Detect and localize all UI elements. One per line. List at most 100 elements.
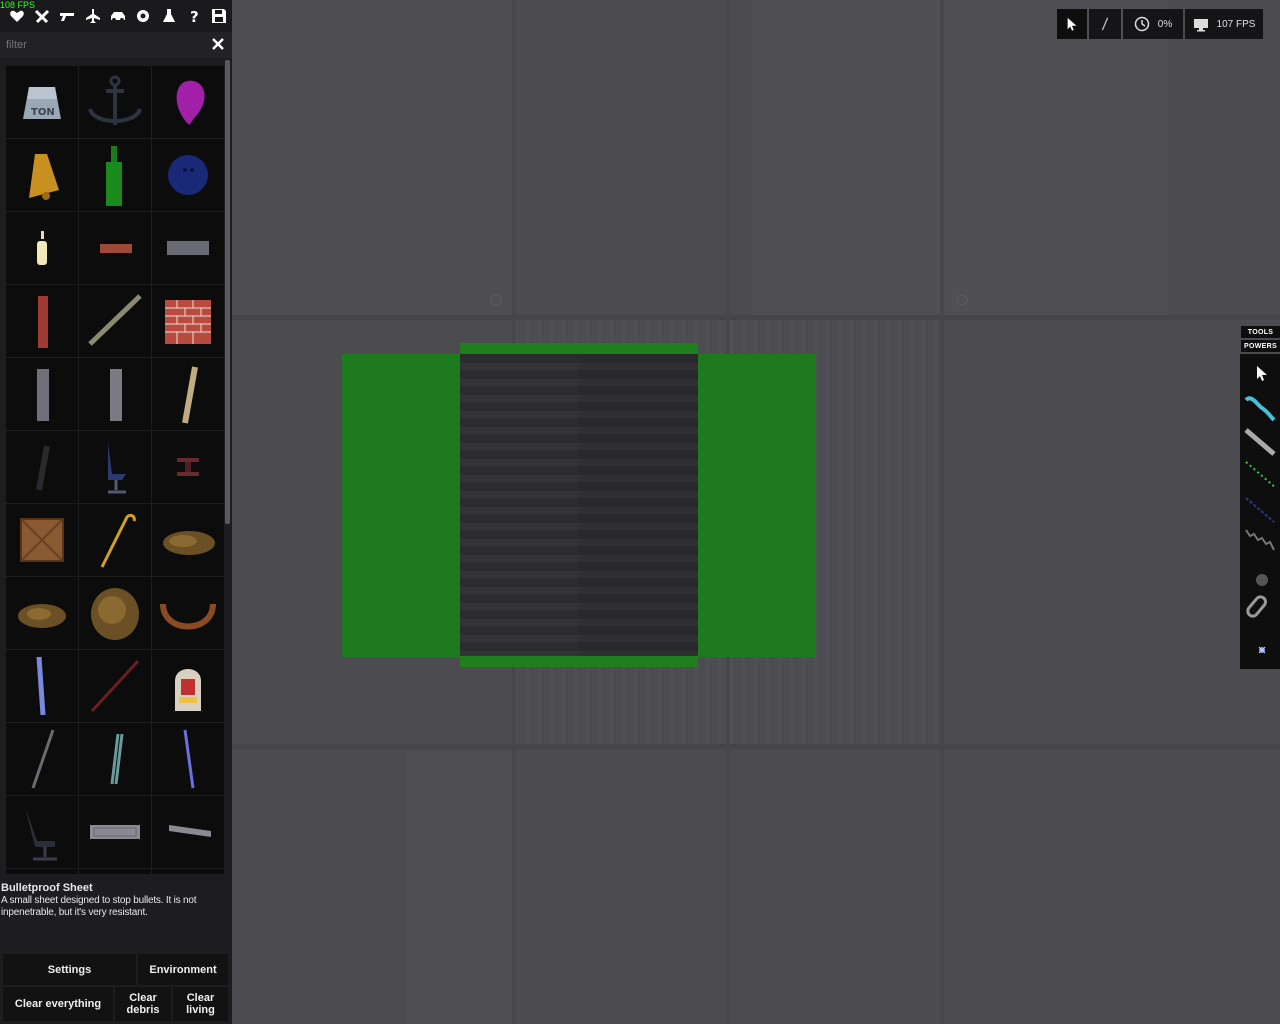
catalog-item-partial[interactable] — [79, 869, 151, 874]
dark-core-left[interactable] — [460, 354, 578, 656]
environment-button[interactable]: Environment — [138, 954, 228, 985]
green-cap-bottom[interactable] — [460, 656, 698, 667]
question-icon[interactable]: ? — [181, 4, 206, 28]
catalog-item-dirt-mound[interactable] — [79, 577, 151, 649]
pointer-mode-button[interactable] — [1057, 9, 1087, 39]
catalog-item-weight[interactable]: TON — [6, 66, 78, 138]
catalog-item-cane[interactable] — [79, 504, 151, 576]
fixed-joint-tool-button[interactable] — [1240, 628, 1280, 662]
catalog-item-wooden-rod[interactable] — [79, 285, 151, 357]
catalog-scrollbar[interactable] — [225, 60, 230, 524]
catalog-item-candle[interactable] — [6, 212, 78, 284]
item-description-title: Bulletproof Sheet — [1, 882, 93, 894]
gear-icon[interactable] — [131, 4, 156, 28]
tool-strip — [1240, 354, 1280, 669]
catalog-item-bowling-ball[interactable] — [152, 139, 224, 211]
tab-tools[interactable]: TOOLS — [1241, 326, 1280, 338]
catalog-item-balloon[interactable] — [152, 66, 224, 138]
fps-counter: 108 FPS — [0, 0, 36, 10]
catalog-item-spring[interactable] — [152, 431, 224, 503]
item-description-text: A small sheet designed to stop bullets. … — [1, 895, 197, 918]
catalog-item-plank[interactable] — [152, 358, 224, 430]
settings-button[interactable]: Settings — [3, 954, 136, 985]
green-block-left[interactable] — [342, 354, 462, 657]
catalog-item-brick[interactable] — [79, 212, 151, 284]
time-scale-value: 0% — [1157, 18, 1173, 30]
catalog-item-concrete-pillar[interactable] — [79, 358, 151, 430]
rope-tool-button[interactable] — [1240, 492, 1280, 526]
line-mode-button[interactable] — [1089, 9, 1121, 39]
catalog-item-dirt-pile[interactable] — [152, 504, 224, 576]
top-hud: 0% 107 FPS — [1057, 9, 1270, 39]
svg-text:TON: TON — [31, 107, 55, 118]
save-icon[interactable] — [207, 4, 232, 28]
flask-icon[interactable] — [156, 4, 181, 28]
hinge-icon — [1256, 574, 1268, 586]
catalog-item-red-rod[interactable] — [79, 650, 151, 722]
grid-anchor-icon — [490, 294, 502, 306]
catalog-item-stone-pillar[interactable] — [6, 358, 78, 430]
catalog-item-glass-rods[interactable] — [79, 723, 151, 795]
catalog-item-horseshoe-magnet[interactable] — [152, 577, 224, 649]
tool-tabs: TOOLS POWERS — [1241, 326, 1280, 354]
catalog-item-wooden-crate[interactable] — [6, 504, 78, 576]
catalog-item-brick-pillar[interactable] — [6, 285, 78, 357]
cursor-icon — [1067, 17, 1077, 31]
catalog-item-bell[interactable] — [6, 139, 78, 211]
catalog-item-dirt-pile-small[interactable] — [6, 577, 78, 649]
catalog-item-blue-rod[interactable] — [152, 723, 224, 795]
fps-value: 107 FPS — [1216, 18, 1256, 30]
chain-icon — [1246, 595, 1267, 618]
world-viewport[interactable] — [232, 0, 1280, 1024]
background-zone — [752, 0, 1168, 318]
game-window: 108 FPS ? TON — [0, 0, 1280, 1024]
dark-core-right[interactable] — [578, 354, 698, 656]
catalog-item-partial[interactable] — [6, 869, 78, 874]
clock-icon — [1134, 16, 1150, 32]
catalog-item-anchor[interactable] — [79, 66, 151, 138]
filter-input[interactable] — [6, 37, 196, 53]
filter-row — [0, 32, 232, 58]
catalog-item-office-chair[interactable] — [79, 431, 151, 503]
wire-icon — [1244, 396, 1276, 422]
catalog-item-metal-rod[interactable] — [6, 723, 78, 795]
svg-text:?: ? — [190, 8, 199, 24]
background-zone — [406, 752, 514, 1024]
drag-tool-button[interactable] — [1240, 356, 1280, 390]
hinge-tool-button[interactable] — [1240, 560, 1280, 594]
tab-powers[interactable]: POWERS — [1241, 340, 1280, 352]
grid-line — [232, 315, 1280, 320]
catalog-item-black-rod[interactable] — [6, 431, 78, 503]
spring-icon — [1245, 529, 1275, 551]
plane-icon[interactable] — [80, 4, 105, 28]
grid-line — [232, 744, 1280, 749]
car-icon[interactable] — [105, 4, 130, 28]
catalog-item-glass-tube[interactable] — [6, 650, 78, 722]
catalog-item-stone-brick[interactable] — [152, 212, 224, 284]
light-wire-tool-button[interactable] — [1240, 458, 1280, 492]
line-icon — [1101, 17, 1109, 31]
catalog-item-bottle[interactable] — [79, 139, 151, 211]
spring-tool-button[interactable] — [1240, 526, 1280, 560]
item-catalog[interactable]: TON — [6, 66, 224, 874]
chain-tool-button[interactable] — [1240, 594, 1280, 628]
green-block-right[interactable] — [696, 354, 816, 657]
catalog-item-jukebox[interactable] — [152, 650, 224, 722]
close-icon[interactable] — [210, 36, 226, 52]
clear-everything-button[interactable]: Clear everything — [3, 987, 113, 1021]
cursor-icon — [1257, 366, 1267, 381]
catalog-item-bulletproof-sheet[interactable] — [152, 796, 224, 868]
monitor-icon — [1193, 19, 1208, 32]
catalog-item-partial[interactable] — [152, 869, 224, 874]
gun-icon[interactable] — [55, 4, 80, 28]
clear-living-button[interactable]: Clear living — [173, 987, 228, 1021]
catalog-item-brick-wall[interactable] — [152, 285, 224, 357]
rod-tool-button[interactable] — [1240, 424, 1280, 458]
clear-debris-button[interactable]: Clear debris — [115, 987, 171, 1021]
wire-tool-button[interactable] — [1240, 390, 1280, 424]
catalog-item-metal-plate[interactable] — [79, 796, 151, 868]
catalog-item-swivel-chair[interactable] — [6, 796, 78, 868]
light-wire-icon — [1245, 461, 1277, 489]
time-scale-control[interactable]: 0% — [1123, 9, 1183, 39]
background-zone — [232, 0, 512, 318]
